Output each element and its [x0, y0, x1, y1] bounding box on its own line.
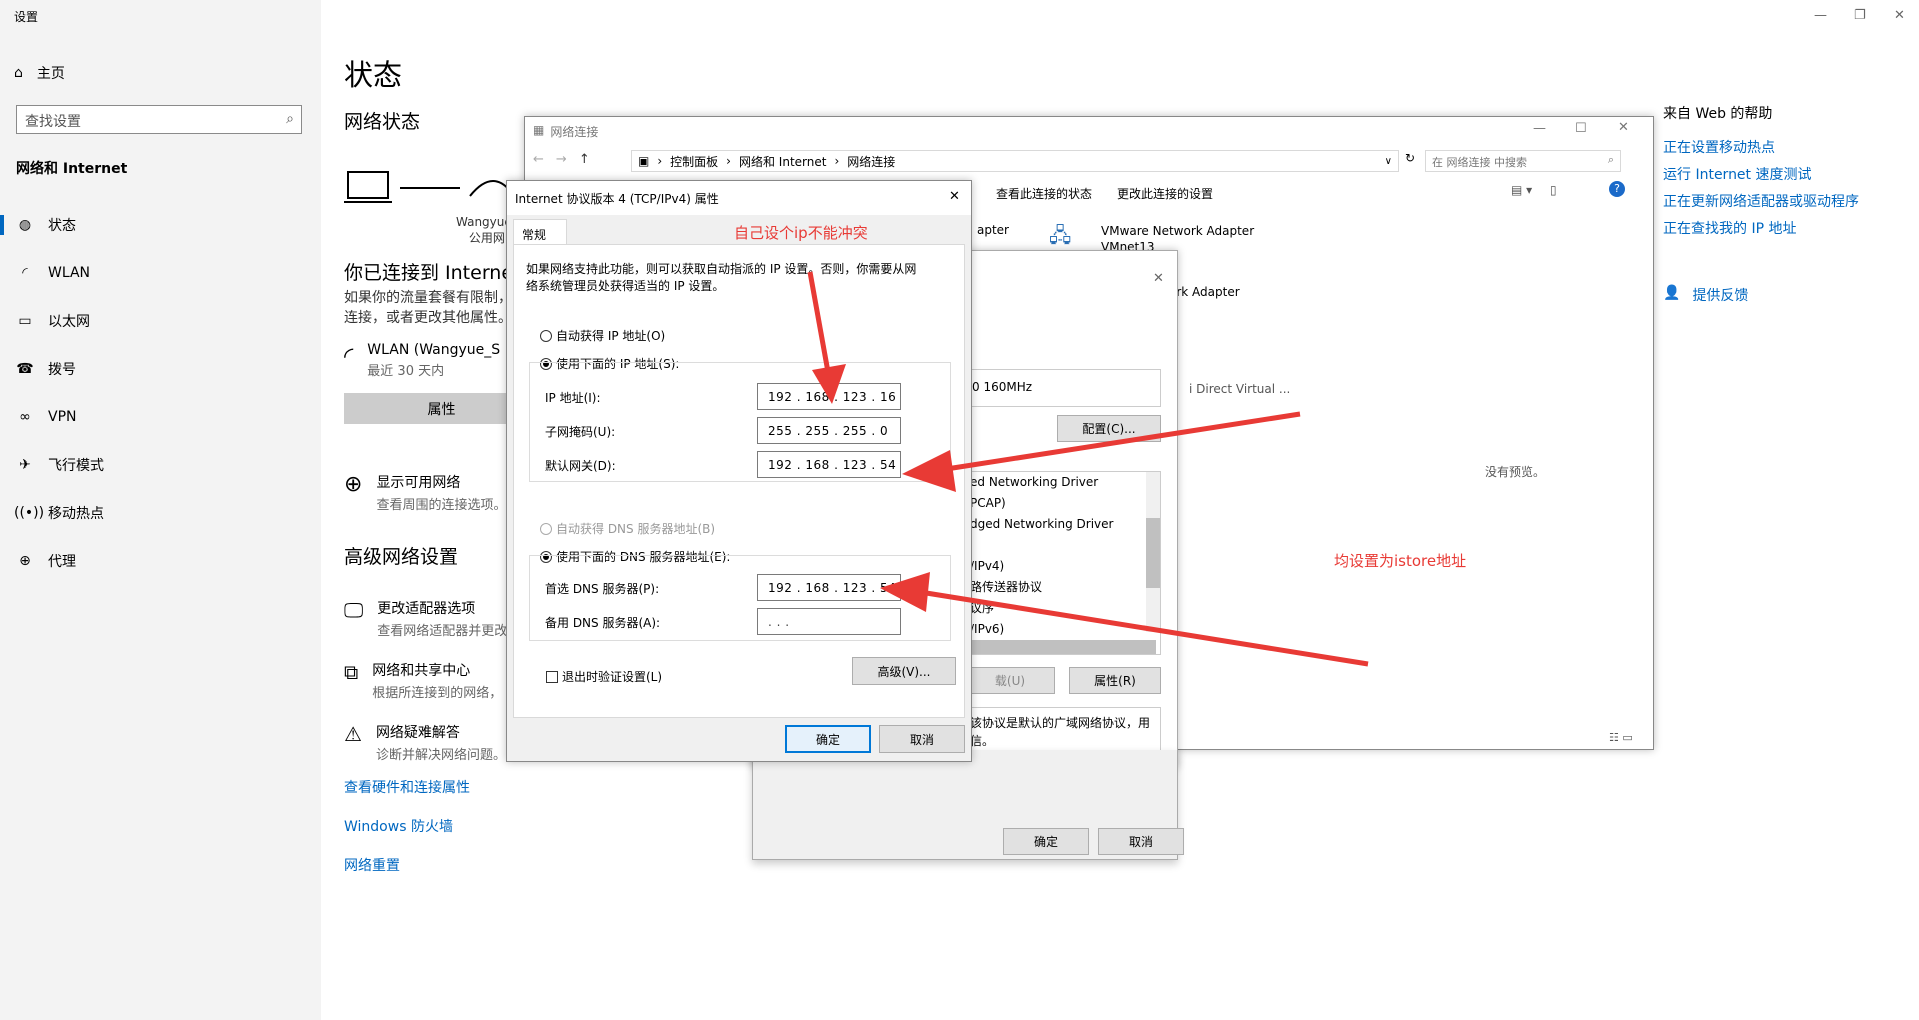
arrow-to-dns: [919, 589, 1369, 667]
arrow-to-gateway: [939, 411, 1301, 473]
arrow-to-ip: [807, 271, 831, 373]
annotation-arrows: [807, 271, 1369, 667]
arrow-head-ip: [812, 364, 846, 404]
arrow-head-dns: [880, 572, 930, 612]
arrow-head-gateway: [902, 450, 956, 492]
